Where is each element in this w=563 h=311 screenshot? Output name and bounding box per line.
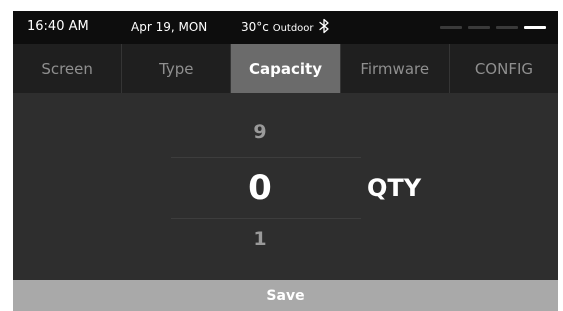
page-indicator-dash xyxy=(440,26,462,29)
outdoor-temperature: 30°c Outdoor xyxy=(241,20,314,34)
picker-value-selected[interactable]: 0 xyxy=(200,168,320,208)
tab-firmware[interactable]: Firmware xyxy=(341,44,450,93)
page-indicator-dash xyxy=(468,26,490,29)
tab-bar: Screen Type Capacity Firmware CONFIG xyxy=(13,44,558,93)
picker-divider-top xyxy=(171,157,361,158)
page-indicator xyxy=(440,26,546,29)
picker-value-previous[interactable]: 9 xyxy=(200,121,320,143)
page-indicator-dash xyxy=(496,26,518,29)
tab-type[interactable]: Type xyxy=(122,44,232,93)
temperature-label: Outdoor xyxy=(272,23,314,34)
status-bar: 16:40 AM Apr 19, MON 30°c Outdoor xyxy=(13,11,558,44)
bluetooth-icon xyxy=(319,18,329,34)
temperature-value: 30°c xyxy=(241,20,269,34)
clock-time: 16:40 AM xyxy=(27,19,89,34)
page-indicator-dash-active xyxy=(524,26,546,29)
picker-value-next[interactable]: 1 xyxy=(200,228,320,250)
tab-screen[interactable]: Screen xyxy=(13,44,123,93)
date-label: Apr 19, MON xyxy=(131,20,208,34)
save-button[interactable]: Save xyxy=(13,280,558,311)
tab-capacity[interactable]: Capacity xyxy=(231,44,341,93)
device-screen: 16:40 AM Apr 19, MON 30°c Outdoor Screen… xyxy=(13,11,558,311)
tab-config[interactable]: CONFIG xyxy=(450,44,558,93)
picker-divider-bottom xyxy=(171,218,361,219)
quantity-unit-label: QTY xyxy=(367,174,422,202)
